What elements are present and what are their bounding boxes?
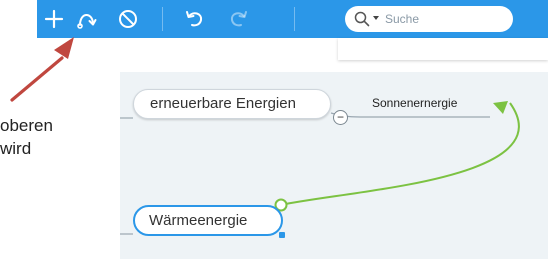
collapse-button[interactable]: − — [333, 110, 348, 125]
topic-waermeenergie[interactable]: Wärmeenergie — [133, 205, 283, 236]
subtopic-connector-line — [330, 112, 490, 118]
resize-handle[interactable] — [279, 232, 285, 238]
relationship-arrowhead-icon — [493, 101, 508, 114]
topic-erneuerbare-energien[interactable]: erneuerbare Energien — [133, 89, 331, 119]
subtopic-sonnenenergie[interactable]: Sonnenernergie — [372, 96, 457, 110]
